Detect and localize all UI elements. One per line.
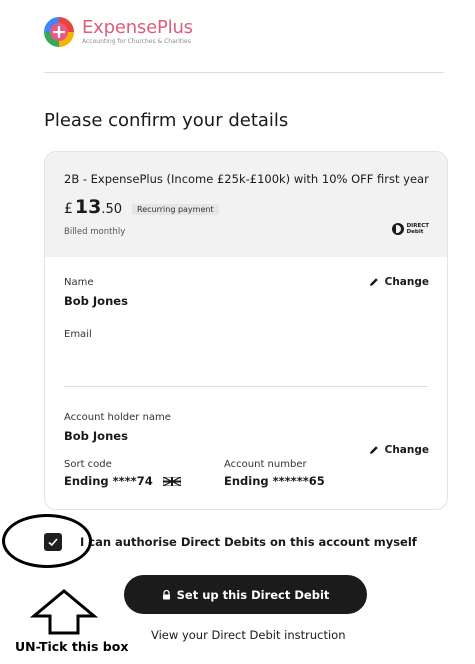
authorise-label[interactable]: I can authorise Direct Debits on this ac… xyxy=(80,535,417,549)
price-decimal: .50 xyxy=(101,202,123,217)
setup-direct-debit-button[interactable]: Set up this Direct Debit xyxy=(124,575,367,614)
plan-title: 2B - ExpensePlus (Income £25k-£100k) wit… xyxy=(64,172,429,186)
price-amount: 13 xyxy=(74,196,102,218)
section-divider xyxy=(64,386,428,387)
account-holder-value: Bob Jones xyxy=(64,429,128,443)
brand-tagline: Accounting for Churches & Charities xyxy=(82,38,191,45)
direct-debit-icon xyxy=(391,223,404,235)
change-bank-button[interactable]: Change xyxy=(369,444,429,456)
page-title: Please confirm your details xyxy=(44,110,289,131)
sort-code-value: Ending ****74 xyxy=(64,474,153,488)
lock-icon xyxy=(162,589,170,599)
pencil-icon xyxy=(369,278,378,286)
plus-icon: + xyxy=(51,21,67,43)
account-number-value: Ending ******65 xyxy=(224,474,325,488)
annotation-arrow-icon xyxy=(30,589,98,635)
change-name-button[interactable]: Change xyxy=(369,276,429,288)
brand-name: ExpensePlus xyxy=(82,17,193,38)
annotation-text: UN-Tick this box xyxy=(15,639,129,654)
plan-summary: 2B - ExpensePlus (Income £25k-£100k) wit… xyxy=(45,152,447,257)
annotation-circle xyxy=(2,514,92,568)
setup-button-label: Set up this Direct Debit xyxy=(176,587,330,602)
recurring-badge: Recurring payment xyxy=(132,204,219,215)
header-divider xyxy=(44,72,444,73)
direct-debit-logo: DIRECT Debit xyxy=(391,223,429,235)
billing-frequency: Billed monthly xyxy=(64,227,126,237)
dd-logo-line2: Debit xyxy=(406,229,424,235)
name-value: Bob Jones xyxy=(64,294,128,308)
sort-code-label: Sort code xyxy=(64,459,112,470)
price-currency: £ xyxy=(64,201,73,217)
brand-logo[interactable]: + ExpensePlus Accounting for Churches & … xyxy=(44,17,193,47)
bank-flag-icon xyxy=(162,477,181,486)
details-card: 2B - ExpensePlus (Income £25k-£100k) wit… xyxy=(44,151,448,510)
plan-price: £ 13 .50 xyxy=(64,196,122,218)
account-holder-label: Account holder name xyxy=(64,412,171,423)
view-instruction-link[interactable]: View your Direct Debit instruction xyxy=(151,628,346,642)
sort-code-row: Ending ****74 xyxy=(64,474,181,488)
account-number-label: Account number xyxy=(224,459,307,470)
logo-mark: + xyxy=(44,17,74,47)
logo-text: ExpensePlus Accounting for Churches & Ch… xyxy=(82,18,193,46)
direct-debit-logo-text: DIRECT Debit xyxy=(407,223,429,235)
name-label: Name xyxy=(64,277,94,288)
email-label: Email xyxy=(64,329,92,340)
change-label: Change xyxy=(384,276,429,288)
pencil-icon xyxy=(369,446,378,454)
change-label: Change xyxy=(384,444,429,456)
